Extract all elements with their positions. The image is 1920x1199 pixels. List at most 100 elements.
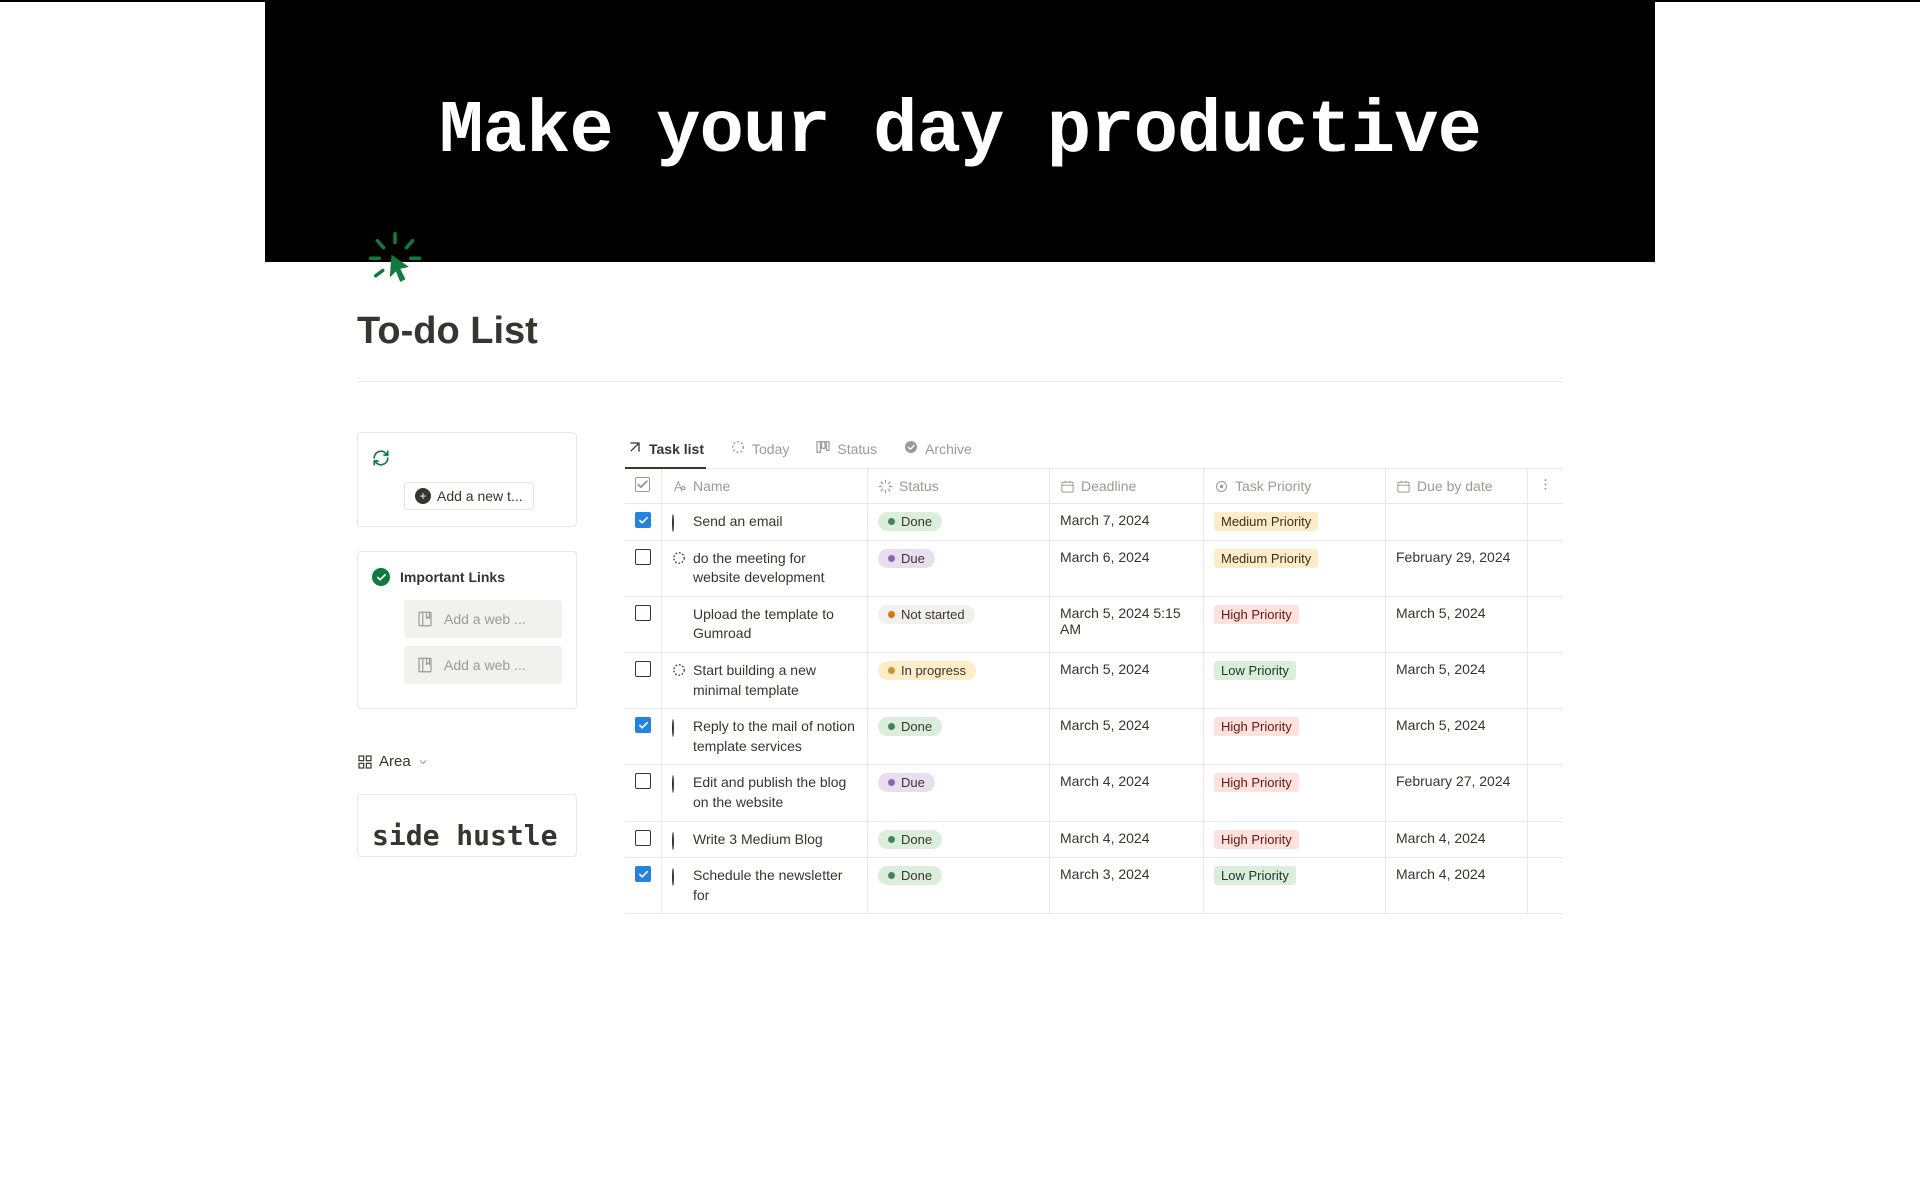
deadline-cell: March 6, 2024: [1050, 540, 1204, 596]
col-name-header[interactable]: Name: [662, 469, 868, 504]
important-links-header: Important Links: [372, 568, 562, 586]
status-pill: Due: [878, 773, 935, 792]
status-pill: In progress: [878, 661, 976, 680]
dashed-circle-icon: [730, 439, 746, 458]
priority-tag: High Priority: [1214, 605, 1299, 624]
status-pill: Not started: [878, 605, 975, 624]
deadline-cell: March 7, 2024: [1050, 504, 1204, 541]
deadline-cell: March 5, 2024: [1050, 652, 1204, 708]
table-row[interactable]: Reply to the mail of notion template ser…: [625, 709, 1563, 765]
task-name: Upload the template to Gumroad: [693, 605, 857, 644]
priority-tag: Low Priority: [1214, 866, 1296, 885]
target-icon: [1214, 479, 1229, 494]
status-pill: Done: [878, 717, 942, 736]
row-checkbox[interactable]: [635, 830, 651, 846]
status-ring-icon: [672, 868, 674, 886]
status-pill: Done: [878, 512, 942, 531]
page-icon-cursor-spark: [363, 228, 427, 292]
row-checkbox[interactable]: [635, 717, 651, 733]
tab-task-list[interactable]: Task list: [625, 432, 706, 468]
checkbox-header-icon: [635, 477, 650, 492]
board-icon: [815, 439, 831, 458]
dueby-cell: [1386, 504, 1528, 541]
bookmark-placeholder-1[interactable]: Add a web ...: [404, 600, 562, 638]
status-ring-icon: [672, 719, 674, 737]
bookmark-placeholder-2[interactable]: Add a web ...: [404, 646, 562, 684]
status-ring-dashed-icon: [672, 663, 686, 677]
table-row[interactable]: Start building a new minimal template In …: [625, 652, 1563, 708]
priority-tag: Medium Priority: [1214, 512, 1318, 531]
task-name: Schedule the newsletter for: [693, 866, 857, 905]
more-vertical-icon: [1538, 477, 1553, 492]
important-links-callout: Important Links Add a web ... Add a web …: [357, 551, 577, 709]
row-checkbox[interactable]: [635, 866, 651, 882]
spinner-icon: [878, 479, 893, 494]
arrow-up-right-icon: [627, 439, 643, 458]
deadline-cell: March 3, 2024: [1050, 858, 1204, 914]
area-label: Area: [379, 753, 411, 770]
main-content: Task listTodayStatusArchive: [625, 432, 1563, 914]
priority-tag: High Priority: [1214, 717, 1299, 736]
dueby-cell: March 5, 2024: [1386, 652, 1528, 708]
table-row[interactable]: Edit and publish the blog on the website…: [625, 765, 1563, 821]
calendar-icon: [1396, 479, 1411, 494]
priority-tag: Medium Priority: [1214, 549, 1318, 568]
check-circle-icon: [372, 568, 390, 586]
status-pill: Due: [878, 549, 935, 568]
hero-banner: Make your day productive: [265, 2, 1655, 262]
col-checkbox-header[interactable]: [625, 469, 662, 504]
dueby-cell: March 5, 2024: [1386, 596, 1528, 652]
status-ring-dashed-icon: [672, 551, 686, 565]
col-deadline-header[interactable]: Deadline: [1050, 469, 1204, 504]
add-task-callout: + Add a new t...: [357, 432, 577, 527]
important-links-title: Important Links: [400, 569, 505, 585]
task-name: Start building a new minimal template: [693, 661, 857, 700]
row-checkbox[interactable]: [635, 605, 651, 621]
row-checkbox[interactable]: [635, 549, 651, 565]
priority-tag: High Priority: [1214, 830, 1299, 849]
table-row[interactable]: Send an email Done March 7, 2024 Medium Pri…: [625, 504, 1563, 541]
deadline-cell: March 5, 2024: [1050, 709, 1204, 765]
divider: [357, 381, 1563, 382]
page-title: To-do List: [357, 310, 1563, 353]
row-checkbox[interactable]: [635, 661, 651, 677]
task-name: Edit and publish the blog on the website: [693, 773, 857, 812]
side-hustle-card[interactable]: side hustle: [357, 794, 577, 857]
col-status-header[interactable]: Status: [868, 469, 1050, 504]
board-icon: [357, 754, 373, 770]
view-tabs: Task list Today Status Archive: [625, 432, 1563, 469]
area-view-toggle[interactable]: Area: [357, 753, 577, 770]
deadline-cell: March 5, 2024 5:15 AM: [1050, 596, 1204, 652]
col-dueby-header[interactable]: Due by date: [1386, 469, 1528, 504]
dueby-cell: February 27, 2024: [1386, 765, 1528, 821]
tab-archive[interactable]: Archive: [901, 432, 974, 468]
table-row[interactable]: do the meeting for website development Du…: [625, 540, 1563, 596]
col-more-header[interactable]: [1528, 469, 1564, 504]
dueby-cell: March 4, 2024: [1386, 858, 1528, 914]
refresh-icon: [372, 449, 390, 472]
priority-tag: High Priority: [1214, 773, 1299, 792]
add-task-label: Add a new t...: [437, 488, 523, 504]
task-table: Name Status: [625, 469, 1563, 914]
row-checkbox[interactable]: [635, 773, 651, 789]
status-pill: Done: [878, 830, 942, 849]
task-name: Reply to the mail of notion template ser…: [693, 717, 857, 756]
task-name: do the meeting for website development: [693, 549, 857, 588]
check-circle-solid-icon: [903, 439, 919, 458]
deadline-cell: March 4, 2024: [1050, 821, 1204, 858]
table-row[interactable]: Write 3 Medium Blog Done March 4, 2024 High…: [625, 821, 1563, 858]
col-priority-header[interactable]: Task Priority: [1204, 469, 1386, 504]
add-task-button[interactable]: + Add a new t...: [404, 482, 534, 510]
dueby-cell: March 4, 2024: [1386, 821, 1528, 858]
priority-tag: Low Priority: [1214, 661, 1296, 680]
text-icon: [672, 479, 687, 494]
tab-status[interactable]: Status: [813, 432, 879, 468]
table-row[interactable]: Schedule the newsletter forDoneMarch 3, …: [625, 858, 1563, 914]
task-name: Send an email: [693, 512, 783, 532]
task-name: Write 3 Medium Blog: [693, 830, 823, 850]
row-checkbox[interactable]: [635, 512, 651, 528]
tab-today[interactable]: Today: [728, 432, 791, 468]
status-ring-icon: [672, 514, 674, 532]
plus-circle-icon: +: [415, 488, 431, 504]
table-row[interactable]: Upload the template to Gumroad Not starte…: [625, 596, 1563, 652]
